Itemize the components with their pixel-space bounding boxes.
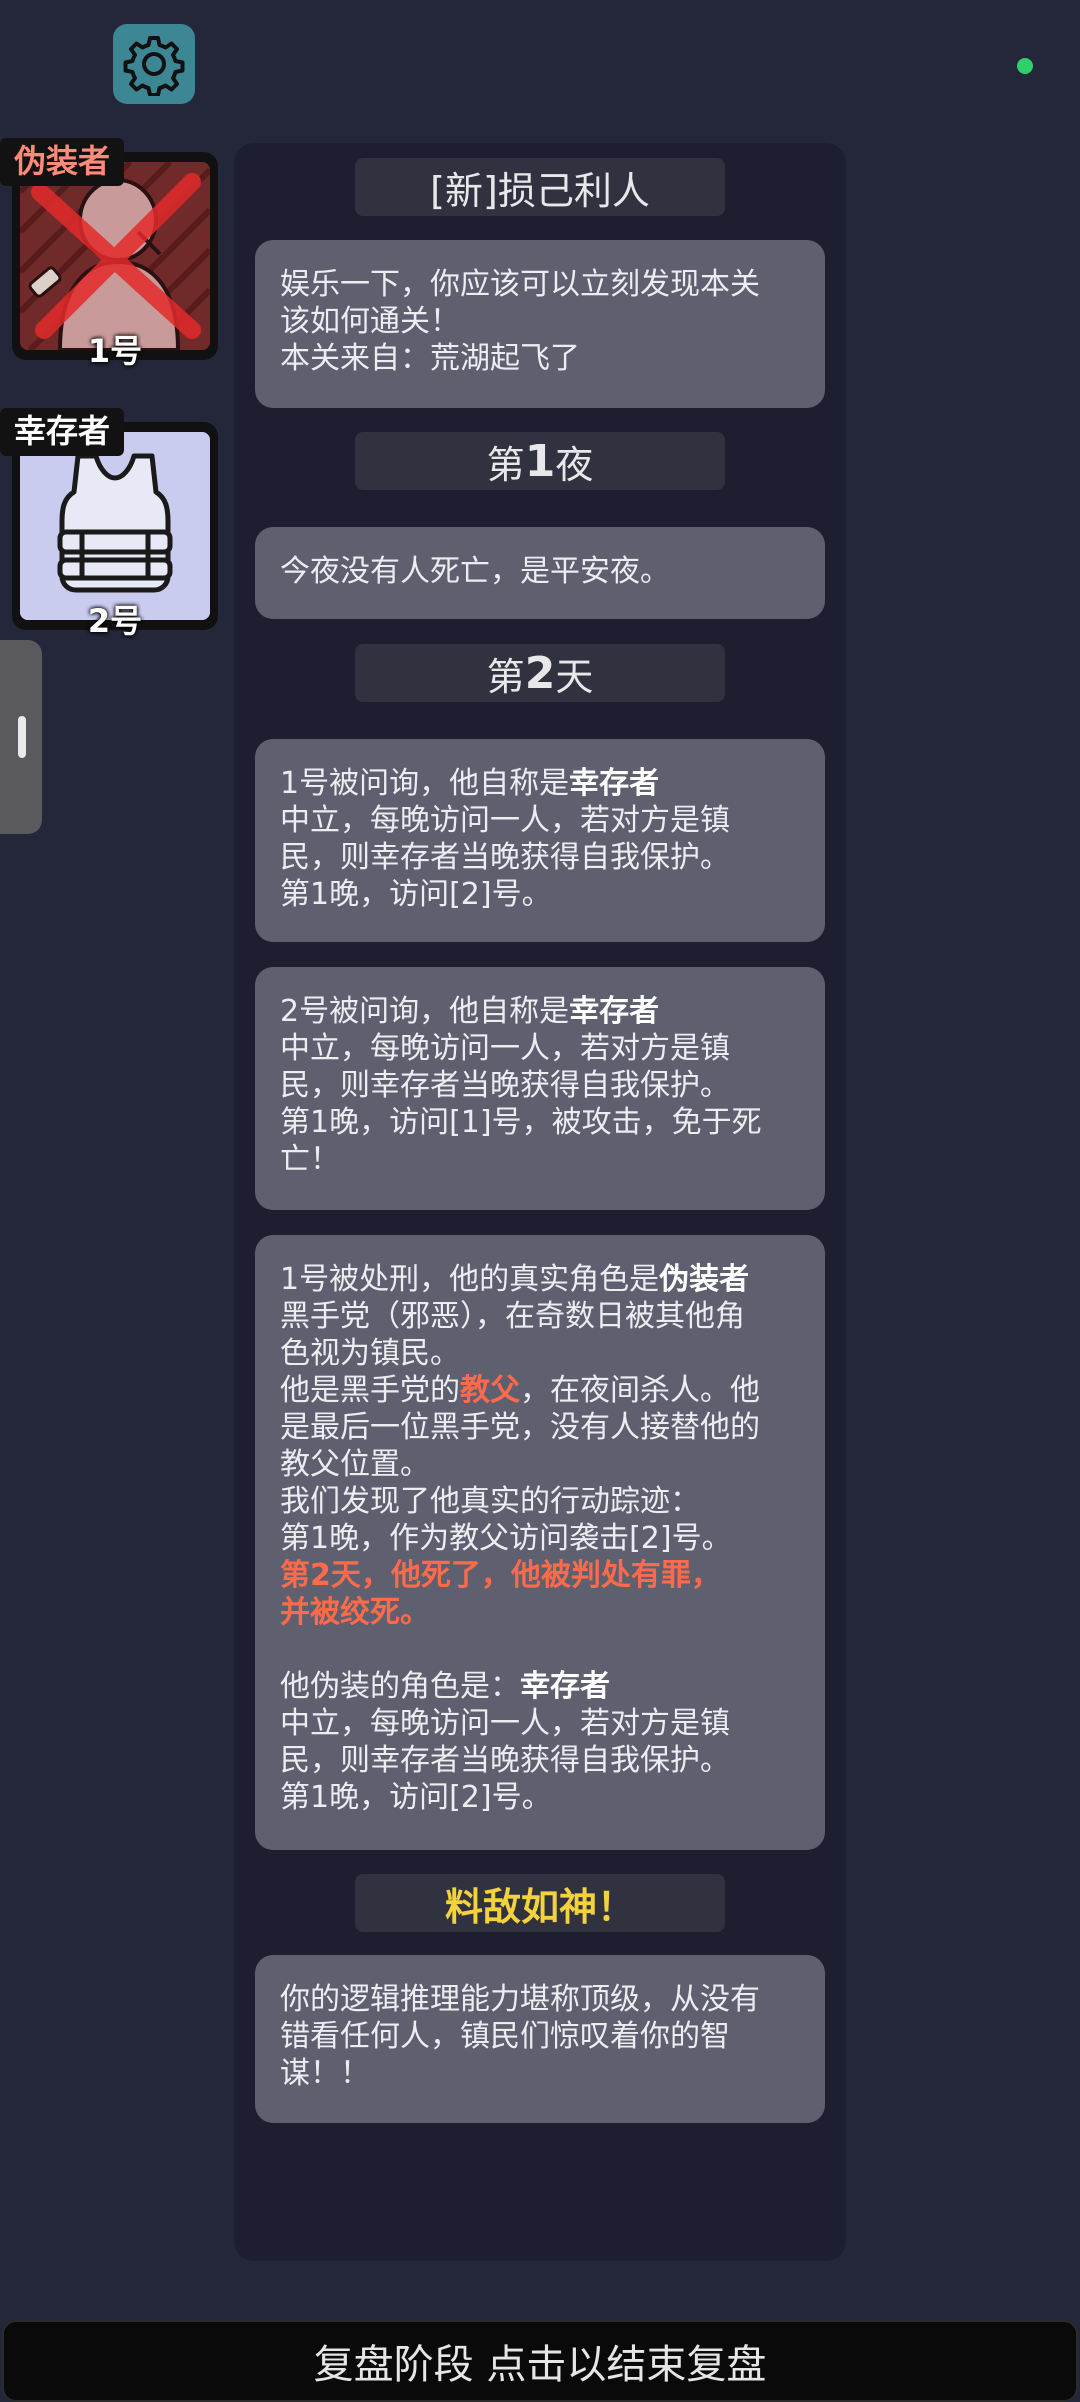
mafia-text: 教父位置。: [280, 1447, 430, 1482]
night-prefix: 第: [486, 442, 525, 487]
player-1-role-tag: 伪装者: [0, 138, 125, 186]
role-description: 民，则幸存者当晚获得自我保护。: [280, 840, 730, 875]
role-description: 中立，每晚访问一人，若对方是镇: [280, 803, 730, 838]
intro-line: 该如何通关！: [280, 304, 460, 339]
execution-lead: 1号被处刑，他的真实角色是: [280, 1262, 660, 1297]
mafia-text: 是最后一位黑手党，没有人接替他的: [280, 1410, 760, 1445]
godfather-role: 教父: [460, 1373, 520, 1408]
intro-message: 娱乐一下，你应该可以立刻发现本关 该如何通关！ 本关来自：荒湖起飞了: [255, 240, 825, 408]
questioning-lead: 1号被问询，他自称是: [280, 766, 570, 801]
result-text: 谋！！: [280, 2056, 370, 2091]
player-card-1[interactable]: 伪装者 1号: [0, 138, 218, 370]
night-1-message: 今夜没有人死亡，是平安夜。: [255, 527, 825, 619]
day-number: 2: [524, 647, 556, 699]
bulletproof-vest-icon: [20, 432, 210, 620]
survivor-portrait: [20, 432, 210, 620]
night-1-text: 今夜没有人死亡，是平安夜。: [280, 554, 670, 589]
side-drawer-handle[interactable]: [0, 640, 42, 834]
action-trace-lead: 我们发现了他真实的行动踪迹：: [280, 1484, 700, 1519]
execution-message: 1号被处刑，他的真实角色是伪装者 黑手党（邪恶），在奇数日被其他角 色视为镇民。…: [255, 1235, 825, 1850]
visit-record: 亡！: [280, 1142, 340, 1177]
disguise-role: 幸存者: [520, 1669, 610, 1704]
level-title: [新]损己利人: [430, 168, 650, 213]
settings-button[interactable]: [113, 24, 195, 104]
player-2-role-tag: 幸存者: [0, 408, 125, 456]
connection-status-dot: [1017, 58, 1033, 74]
questioning-lead: 2号被问询，他自称是: [280, 994, 570, 1029]
player-2-number: 2号: [87, 602, 143, 640]
day-2-header: 第2天: [355, 644, 725, 702]
eliminated-x-icon: [31, 173, 201, 339]
claimed-role: 幸存者: [569, 766, 660, 801]
role-description: 中立，每晚访问一人，若对方是镇: [280, 1031, 730, 1066]
level-title-header: [新]损己利人: [355, 158, 725, 216]
result-message: 你的逻辑推理能力堪称顶级，从没有 错看任何人，镇民们惊叹着你的智 谋！！: [255, 1955, 825, 2123]
day-prefix: 第: [486, 654, 525, 699]
player-2-questioning-message: 2号被问询，他自称是幸存者 中立，每晚访问一人，若对方是镇 民，则幸存者当晚获得…: [255, 967, 825, 1210]
visit-record: 第1晚，访问[2]号。: [280, 1780, 552, 1815]
intro-line: 娱乐一下，你应该可以立刻发现本关: [280, 267, 760, 302]
result-header: 料敌如神！: [355, 1874, 725, 1932]
role-description: 黑手党（邪恶），在奇数日被其他角: [280, 1299, 745, 1334]
death-notice: 第2天，他死了，他被判处有罪，: [280, 1558, 721, 1593]
action-trace: 第1晚，作为教父访问袭击[2]号。: [280, 1521, 732, 1556]
visit-record: 第1晚，访问[1]号，被攻击，免于死: [280, 1105, 762, 1140]
night-number: 1: [524, 435, 556, 487]
mafia-text: ，在夜间杀人。他: [520, 1373, 760, 1408]
claimed-role: 幸存者: [569, 994, 660, 1029]
end-review-button[interactable]: 复盘阶段 点击以结束复盘: [2, 2320, 1078, 2402]
role-description: 色视为镇民。: [280, 1336, 460, 1371]
player-1-number: 1号: [87, 332, 143, 370]
role-description: 民，则幸存者当晚获得自我保护。: [280, 1743, 730, 1778]
role-description: 中立，每晚访问一人，若对方是镇: [280, 1706, 730, 1741]
result-text: 错看任何人，镇民们惊叹着你的智: [280, 2019, 730, 2054]
night-1-header: 第1夜: [355, 432, 725, 490]
result-title: 料敌如神！: [444, 1884, 635, 1929]
intro-source: 本关来自：荒湖起飞了: [280, 341, 580, 376]
drawer-grip: [18, 716, 26, 758]
player-card-2[interactable]: 幸存者 2号: [0, 408, 218, 640]
mafia-text: 他是黑手党的: [280, 1373, 460, 1408]
disguise-lead: 他伪装的角色是：: [280, 1669, 520, 1704]
disguiser-portrait: [20, 162, 210, 350]
visit-record: 第1晚，访问[2]号。: [280, 877, 552, 912]
end-review-label: 复盘阶段 点击以结束复盘: [313, 2342, 767, 2388]
gear-icon: [123, 36, 185, 96]
result-text: 你的逻辑推理能力堪称顶级，从没有: [280, 1982, 760, 2017]
day-suffix: 天: [555, 654, 594, 699]
player-1-questioning-message: 1号被问询，他自称是幸存者 中立，每晚访问一人，若对方是镇 民，则幸存者当晚获得…: [255, 739, 825, 942]
true-role: 伪装者: [659, 1262, 750, 1297]
death-notice: 并被绞死。: [280, 1595, 430, 1630]
night-suffix: 夜: [555, 442, 594, 487]
role-description: 民，则幸存者当晚获得自我保护。: [280, 1068, 730, 1103]
